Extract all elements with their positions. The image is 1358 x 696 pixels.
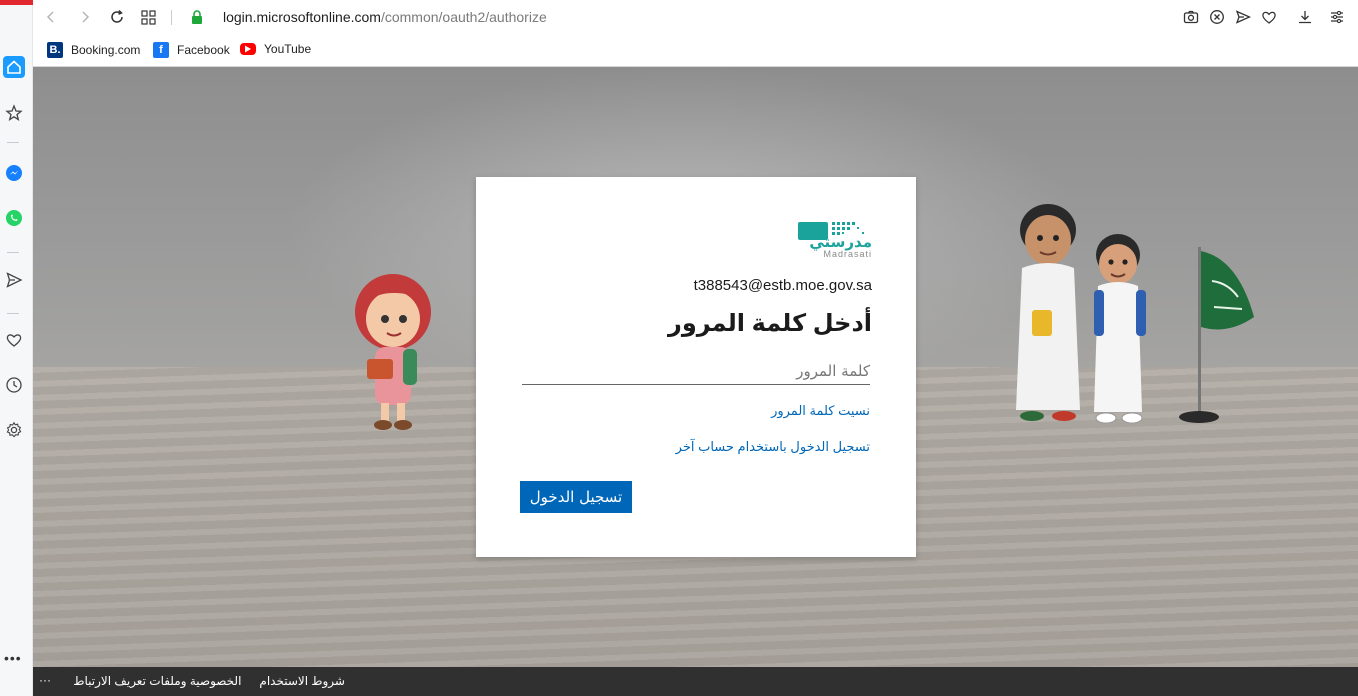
- brand-latin-text: Madrasati: [823, 249, 872, 259]
- forgot-password-link[interactable]: نسيت كلمة المرور: [771, 403, 870, 419]
- youtube-icon: [240, 43, 256, 55]
- settings-gear-icon[interactable]: [3, 419, 25, 441]
- privacy-cookies-link[interactable]: الخصوصية وملفات تعريف الارتباط: [73, 674, 241, 688]
- bookmark-facebook[interactable]: f Facebook: [153, 42, 230, 58]
- bookmarks-bar: B. Booking.com f Facebook YouTube: [33, 34, 1358, 67]
- bookmarks-star-icon[interactable]: [3, 102, 25, 124]
- booking-icon: B.: [47, 42, 63, 58]
- bookmark-youtube[interactable]: YouTube: [240, 42, 311, 56]
- facebook-icon: f: [153, 42, 169, 58]
- secure-lock-icon[interactable]: [187, 7, 207, 27]
- password-input[interactable]: [522, 357, 870, 385]
- history-clock-icon[interactable]: [3, 374, 25, 396]
- whatsapp-icon[interactable]: [3, 207, 25, 229]
- bookmark-booking[interactable]: B. Booking.com: [47, 42, 140, 58]
- forward-icon[interactable]: [75, 7, 95, 27]
- other-account-link[interactable]: تسجيل الدخول باستخدام حساب آخر: [676, 439, 870, 455]
- easy-setup-menu-icon[interactable]: [1327, 7, 1347, 27]
- heart-icon[interactable]: [3, 329, 25, 351]
- camera-snapshot-icon[interactable]: [1181, 7, 1201, 27]
- login-page-background: مدرستي Madrasati t388543@estb.moe.gov.sa…: [33, 67, 1358, 667]
- browser-toolbar: login.microsoftonline.com/common/oauth2/…: [33, 0, 1358, 34]
- reload-icon[interactable]: [107, 7, 127, 27]
- back-icon[interactable]: [41, 7, 61, 27]
- download-icon[interactable]: [1295, 7, 1315, 27]
- girl-character-illustration: [355, 274, 431, 430]
- signin-button[interactable]: تسجيل الدخول: [520, 481, 632, 513]
- url-path: /common/oauth2/authorize: [380, 9, 547, 25]
- address-bar[interactable]: login.microsoftonline.com/common/oauth2/…: [223, 9, 547, 25]
- account-email: t388543@estb.moe.gov.sa: [693, 277, 872, 294]
- home-icon[interactable]: [3, 56, 25, 78]
- bookmark-label: YouTube: [264, 42, 312, 56]
- url-host: login.microsoftonline.com: [223, 9, 381, 25]
- saudi-flag-illustration: [1179, 247, 1254, 423]
- more-dots-icon[interactable]: •••: [4, 650, 22, 666]
- my-flow-heart-icon[interactable]: [1259, 7, 1279, 27]
- boys-characters-illustration: [1016, 204, 1146, 424]
- flow-send-icon[interactable]: [1233, 7, 1253, 27]
- terms-of-use-link[interactable]: شروط الاستخدام: [259, 674, 345, 688]
- messenger-icon[interactable]: [3, 162, 25, 184]
- footer-more-options-button[interactable]: ···: [39, 673, 51, 687]
- adblock-icon[interactable]: [1207, 7, 1227, 27]
- browser-sidebar: •••: [0, 5, 33, 696]
- page-footer: شروط الاستخدام الخصوصية وملفات تعريف الا…: [33, 667, 1358, 696]
- send-icon[interactable]: [3, 269, 25, 291]
- login-card: مدرستي Madrasati t388543@estb.moe.gov.sa…: [476, 177, 916, 557]
- bookmark-label: Booking.com: [71, 43, 141, 57]
- tiles-grid-icon[interactable]: [138, 7, 158, 27]
- page-title: أدخل كلمة المرور: [668, 310, 872, 337]
- bookmark-label: Facebook: [177, 43, 230, 57]
